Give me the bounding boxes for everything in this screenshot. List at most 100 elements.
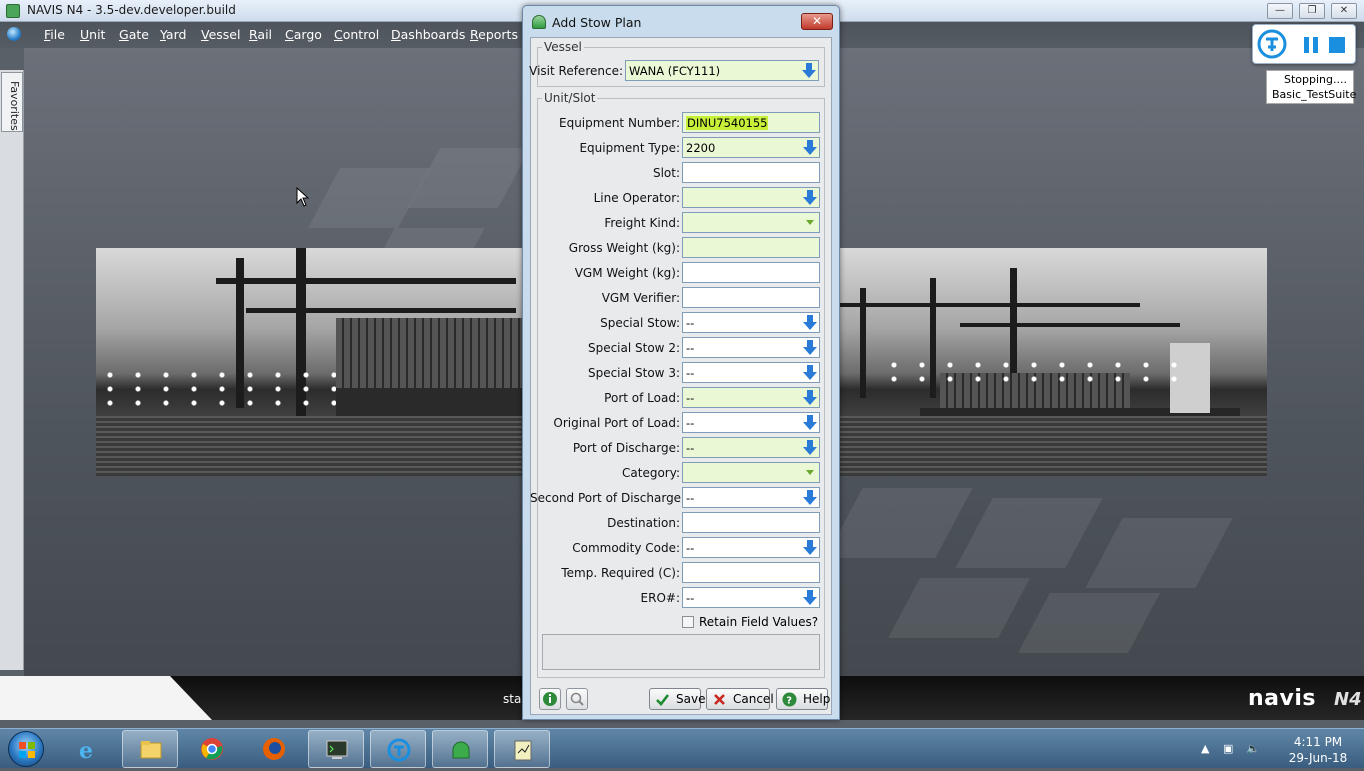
- destination-label: Destination:: [607, 516, 680, 530]
- dropdown-arrow-icon[interactable]: [806, 220, 814, 225]
- info-button[interactable]: [539, 688, 561, 710]
- menu-cargo[interactable]: Cargo: [285, 27, 322, 42]
- clock-time: 4:11 PM: [1293, 735, 1343, 749]
- visit-reference-field[interactable]: WANA (FCY111): [625, 60, 819, 81]
- lookup-arrow-icon[interactable]: [803, 340, 817, 355]
- taskbar-navis-n4[interactable]: [432, 730, 488, 768]
- taskbar-internet-explorer[interactable]: e: [60, 730, 116, 768]
- equipment-type-value: 2200: [686, 141, 716, 155]
- retain-field-values-checkbox[interactable]: [682, 616, 694, 628]
- stop-icon[interactable]: [1329, 37, 1345, 53]
- lookup-arrow-icon[interactable]: [803, 190, 817, 205]
- minimize-button[interactable]: —: [1267, 3, 1293, 19]
- menu-reports[interactable]: Reports: [470, 27, 518, 42]
- category-label: Category:: [622, 466, 680, 480]
- freight-kind-field[interactable]: [682, 212, 820, 233]
- vgm-weight-kg-field[interactable]: [682, 262, 820, 283]
- globe-icon[interactable]: [7, 27, 21, 41]
- menu-rail[interactable]: Rail: [249, 27, 272, 42]
- vgm-weight-kg-label: VGM Weight (kg):: [574, 266, 680, 280]
- pause-icon[interactable]: [1303, 37, 1319, 53]
- lookup-arrow-icon[interactable]: [803, 540, 817, 555]
- port-of-discharge-field[interactable]: --: [682, 437, 820, 458]
- taskbar-clock[interactable]: 4:11 PM 29-Jun-18: [1282, 734, 1354, 766]
- dialog-app-icon: [532, 15, 546, 29]
- special-stow-3-label: Special Stow 3:: [587, 366, 680, 380]
- equipment-number-field[interactable]: DINU7540155: [682, 112, 820, 133]
- menu-unit[interactable]: Unit: [80, 27, 105, 42]
- line-operator-label: Line Operator:: [593, 191, 680, 205]
- terminal-icon: [326, 740, 348, 759]
- second-port-of-discharge-label: Second Port of Discharge:: [530, 491, 686, 505]
- lookup-arrow-icon[interactable]: [803, 140, 817, 155]
- taskbar-file-explorer[interactable]: [122, 730, 178, 768]
- slot-label: Slot:: [652, 166, 680, 180]
- menu-yard[interactable]: Yard: [160, 27, 186, 42]
- close-window-button[interactable]: ✕: [1331, 3, 1357, 19]
- info-icon: [543, 692, 557, 706]
- original-port-of-load-field[interactable]: --: [682, 412, 820, 433]
- special-stow-3-field[interactable]: --: [682, 362, 820, 383]
- lookup-arrow-icon[interactable]: [803, 315, 817, 330]
- message-area: [542, 634, 820, 670]
- temp-required-c-label: Temp. Required (C):: [561, 566, 680, 580]
- commodity-code-value: --: [686, 541, 695, 555]
- taskbar-chrome[interactable]: [184, 730, 240, 768]
- dropdown-arrow-icon[interactable]: [806, 470, 814, 475]
- save-button-label: Save: [676, 692, 706, 706]
- commodity-code-field[interactable]: --: [682, 537, 820, 558]
- equipment-number-label: Equipment Number:: [559, 116, 680, 130]
- lookup-arrow-icon[interactable]: [803, 440, 817, 455]
- taskbar-firefox[interactable]: [246, 730, 302, 768]
- temp-required-c-field[interactable]: [682, 562, 820, 583]
- port-of-load-field[interactable]: --: [682, 387, 820, 408]
- restore-button[interactable]: ❐: [1299, 3, 1325, 19]
- menu-vessel[interactable]: Vessel: [201, 27, 240, 42]
- lookup-arrow-icon[interactable]: [803, 590, 817, 605]
- taskbar-test-runner[interactable]: [370, 730, 426, 768]
- start-button[interactable]: [8, 731, 44, 767]
- vessel-group-title: Vessel: [542, 40, 584, 54]
- vgm-verifier-label: VGM Verifier:: [601, 291, 680, 305]
- taskbar-notepad[interactable]: [494, 730, 550, 768]
- equipment-type-field[interactable]: 2200: [682, 137, 820, 158]
- menu-gate[interactable]: Gate: [119, 27, 149, 42]
- lookup-arrow-icon[interactable]: [803, 365, 817, 380]
- line-operator-field[interactable]: [682, 187, 820, 208]
- lookup-arrow-icon[interactable]: [803, 390, 817, 405]
- tray-volume-icon[interactable]: 🔈: [1246, 742, 1260, 756]
- dialog-titlebar[interactable]: Add Stow Plan ✕: [523, 6, 839, 36]
- lookup-arrow-icon[interactable]: [803, 490, 817, 505]
- port-of-load-label: Port of Load:: [604, 391, 680, 405]
- ero-field[interactable]: --: [682, 587, 820, 608]
- category-field[interactable]: [682, 462, 820, 483]
- lookup-arrow-icon[interactable]: [803, 415, 817, 430]
- save-button[interactable]: Save: [649, 688, 705, 710]
- menu-dashboards[interactable]: Dashboards: [391, 27, 465, 42]
- taskbar-terminal[interactable]: [308, 730, 364, 768]
- notepad-icon: [514, 740, 532, 761]
- gross-weight-kg-label: Gross Weight (kg):: [568, 241, 680, 255]
- search-button[interactable]: [566, 688, 588, 710]
- visit-reference-value: WANA (FCY111): [629, 64, 721, 78]
- destination-field[interactable]: [682, 512, 820, 533]
- window-title: NAVIS N4 - 3.5-dev.developer.build: [27, 3, 236, 17]
- slot-field[interactable]: [682, 162, 820, 183]
- tray-network-icon[interactable]: ▣: [1223, 742, 1237, 756]
- menu-control[interactable]: Control: [334, 27, 379, 42]
- cancel-button[interactable]: Cancel: [706, 688, 774, 710]
- gross-weight-kg-field[interactable]: [682, 237, 820, 258]
- original-port-of-load-label: Original Port of Load:: [553, 416, 680, 430]
- lookup-arrow-icon[interactable]: [802, 63, 816, 78]
- test-runner-icon: [387, 738, 411, 762]
- help-button[interactable]: ? Help: [776, 688, 830, 710]
- favorites-tab[interactable]: Favorites: [1, 72, 23, 132]
- port-photo-right: [840, 248, 1267, 476]
- vgm-verifier-field[interactable]: [682, 287, 820, 308]
- special-stow-field[interactable]: --: [682, 312, 820, 333]
- second-port-of-discharge-field[interactable]: --: [682, 487, 820, 508]
- tray-expand-icon[interactable]: ▲: [1201, 742, 1215, 756]
- dialog-close-button[interactable]: ✕: [801, 13, 833, 30]
- special-stow-2-field[interactable]: --: [682, 337, 820, 358]
- menu-file[interactable]: File: [44, 27, 65, 42]
